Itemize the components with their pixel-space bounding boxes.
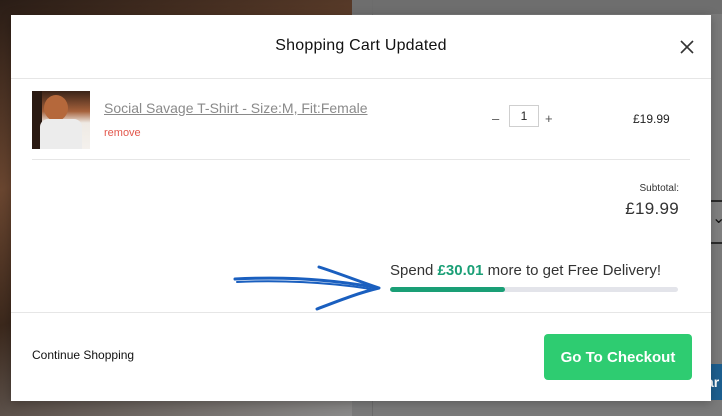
quantity-input[interactable]: 1	[509, 105, 539, 127]
delivery-amount: £30.01	[437, 262, 484, 279]
close-icon[interactable]	[676, 36, 698, 58]
modal-title: Shopping Cart Updated	[275, 37, 447, 54]
background-header-strip	[352, 0, 722, 14]
line-item-price: £19.99	[633, 112, 670, 126]
quantity-increase-button[interactable]: +	[545, 111, 553, 126]
free-delivery-message: Spend £30.01 more to get Free Delivery!	[390, 262, 661, 279]
delivery-suffix: more to get Free Delivery!	[483, 262, 661, 279]
remove-item-link[interactable]: remove	[104, 127, 141, 139]
product-thumbnail[interactable]	[32, 91, 90, 149]
modal-header: Shopping Cart Updated	[11, 15, 711, 79]
product-name-link[interactable]: Social Savage T-Shirt - Size:M, Fit:Fema…	[104, 100, 368, 116]
subtotal-value: £19.99	[625, 199, 679, 218]
hand-drawn-arrow-icon	[233, 265, 381, 311]
continue-shopping-link[interactable]: Continue Shopping	[32, 348, 134, 362]
cart-item-row: Social Savage T-Shirt - Size:M, Fit:Fema…	[32, 79, 690, 160]
delivery-progress-track	[390, 287, 678, 292]
quantity-decrease-button[interactable]: –	[492, 111, 499, 126]
checkout-button[interactable]: Go To Checkout	[544, 334, 692, 380]
chevron-down-icon: ⌄	[712, 210, 722, 227]
delivery-prefix: Spend	[390, 262, 438, 279]
delivery-progress-fill	[390, 287, 506, 292]
modal-footer: Continue Shopping Go To Checkout	[11, 312, 711, 402]
cart-modal: Shopping Cart Updated Social Savage T-Sh…	[11, 15, 711, 401]
subtotal-label: Subtotal:	[639, 183, 679, 194]
